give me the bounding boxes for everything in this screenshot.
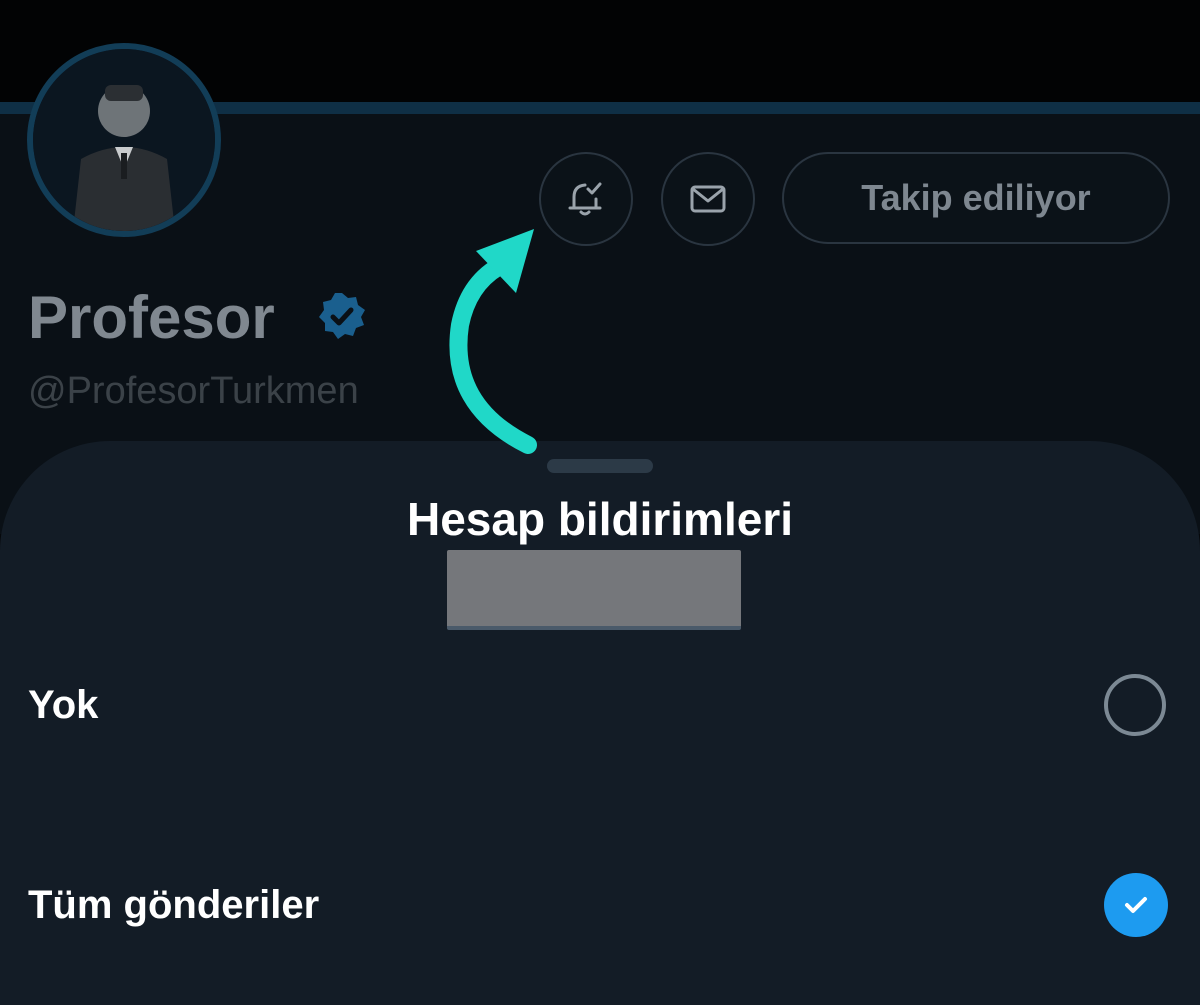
radio-unselected[interactable] <box>1104 674 1166 736</box>
annotation-arrow <box>449 229 537 454</box>
avatar-silhouette <box>33 49 215 231</box>
option-all-posts-label: Tüm gönderiler <box>28 883 320 927</box>
message-button[interactable] <box>661 152 755 246</box>
profile-display-name: Profesor <box>28 284 275 351</box>
profile-screen: Takip ediliyor Profesor @ProfesorTurkmen… <box>0 0 1200 1005</box>
mail-icon <box>690 185 726 213</box>
option-none-label: Yok <box>28 683 99 727</box>
following-button[interactable]: Takip ediliyor <box>782 152 1170 244</box>
option-none[interactable]: Yok <box>0 645 1200 765</box>
verified-badge-icon <box>319 293 365 339</box>
radio-selected[interactable] <box>1104 873 1168 937</box>
check-icon <box>1125 897 1147 913</box>
profile-handle: @ProfesorTurkmen <box>28 370 359 412</box>
bell-check-icon <box>568 182 602 216</box>
avatar[interactable] <box>27 43 221 237</box>
option-all-posts[interactable]: Tüm gönderiler <box>0 845 1200 965</box>
redacted-subtitle <box>447 550 741 630</box>
sheet-title: Hesap bildirimleri <box>406 493 793 545</box>
